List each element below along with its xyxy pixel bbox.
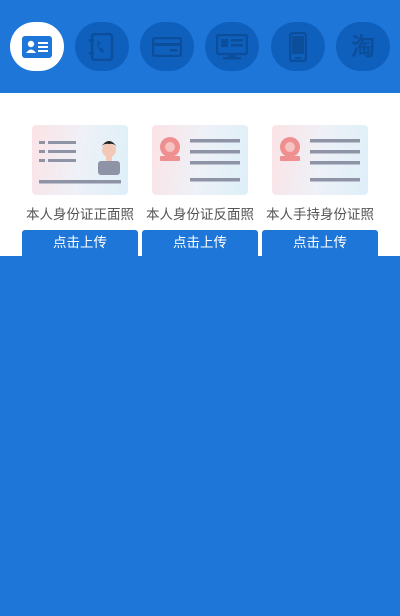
id-card-back-icon xyxy=(160,137,240,182)
step-bank-card[interactable] xyxy=(140,22,194,71)
id-card-icon xyxy=(22,35,52,58)
upload-caption-back: 本人身份证反面照 xyxy=(146,207,254,223)
bank-card-icon xyxy=(152,36,182,57)
upload-back-button[interactable]: 点击上传 xyxy=(142,230,258,256)
step-contacts[interactable] xyxy=(75,22,129,71)
step-taobao[interactable]: 淘 xyxy=(336,22,390,71)
id-card-handheld-icon xyxy=(280,137,360,182)
step-mobile[interactable] xyxy=(271,22,325,71)
step-bar: 淘 xyxy=(0,0,400,93)
upload-front-button[interactable]: 点击上传 xyxy=(22,230,138,256)
computer-icon xyxy=(216,33,248,59)
taobao-icon: 淘 xyxy=(351,32,375,61)
id-card-front-icon xyxy=(39,141,121,184)
step-id-card[interactable] xyxy=(10,22,64,71)
mobile-phone-icon xyxy=(289,31,307,62)
id-card-back-image[interactable] xyxy=(152,125,248,195)
id-card-handheld-image[interactable] xyxy=(272,125,368,195)
phone-book-icon xyxy=(89,32,114,61)
step-computer[interactable] xyxy=(205,22,259,71)
id-card-front-image[interactable] xyxy=(32,125,128,195)
upload-caption-handheld: 本人手持身份证照 xyxy=(266,207,374,223)
upload-caption-front: 本人身份证正面照 xyxy=(26,207,134,223)
upload-handheld-button[interactable]: 点击上传 xyxy=(262,230,378,256)
